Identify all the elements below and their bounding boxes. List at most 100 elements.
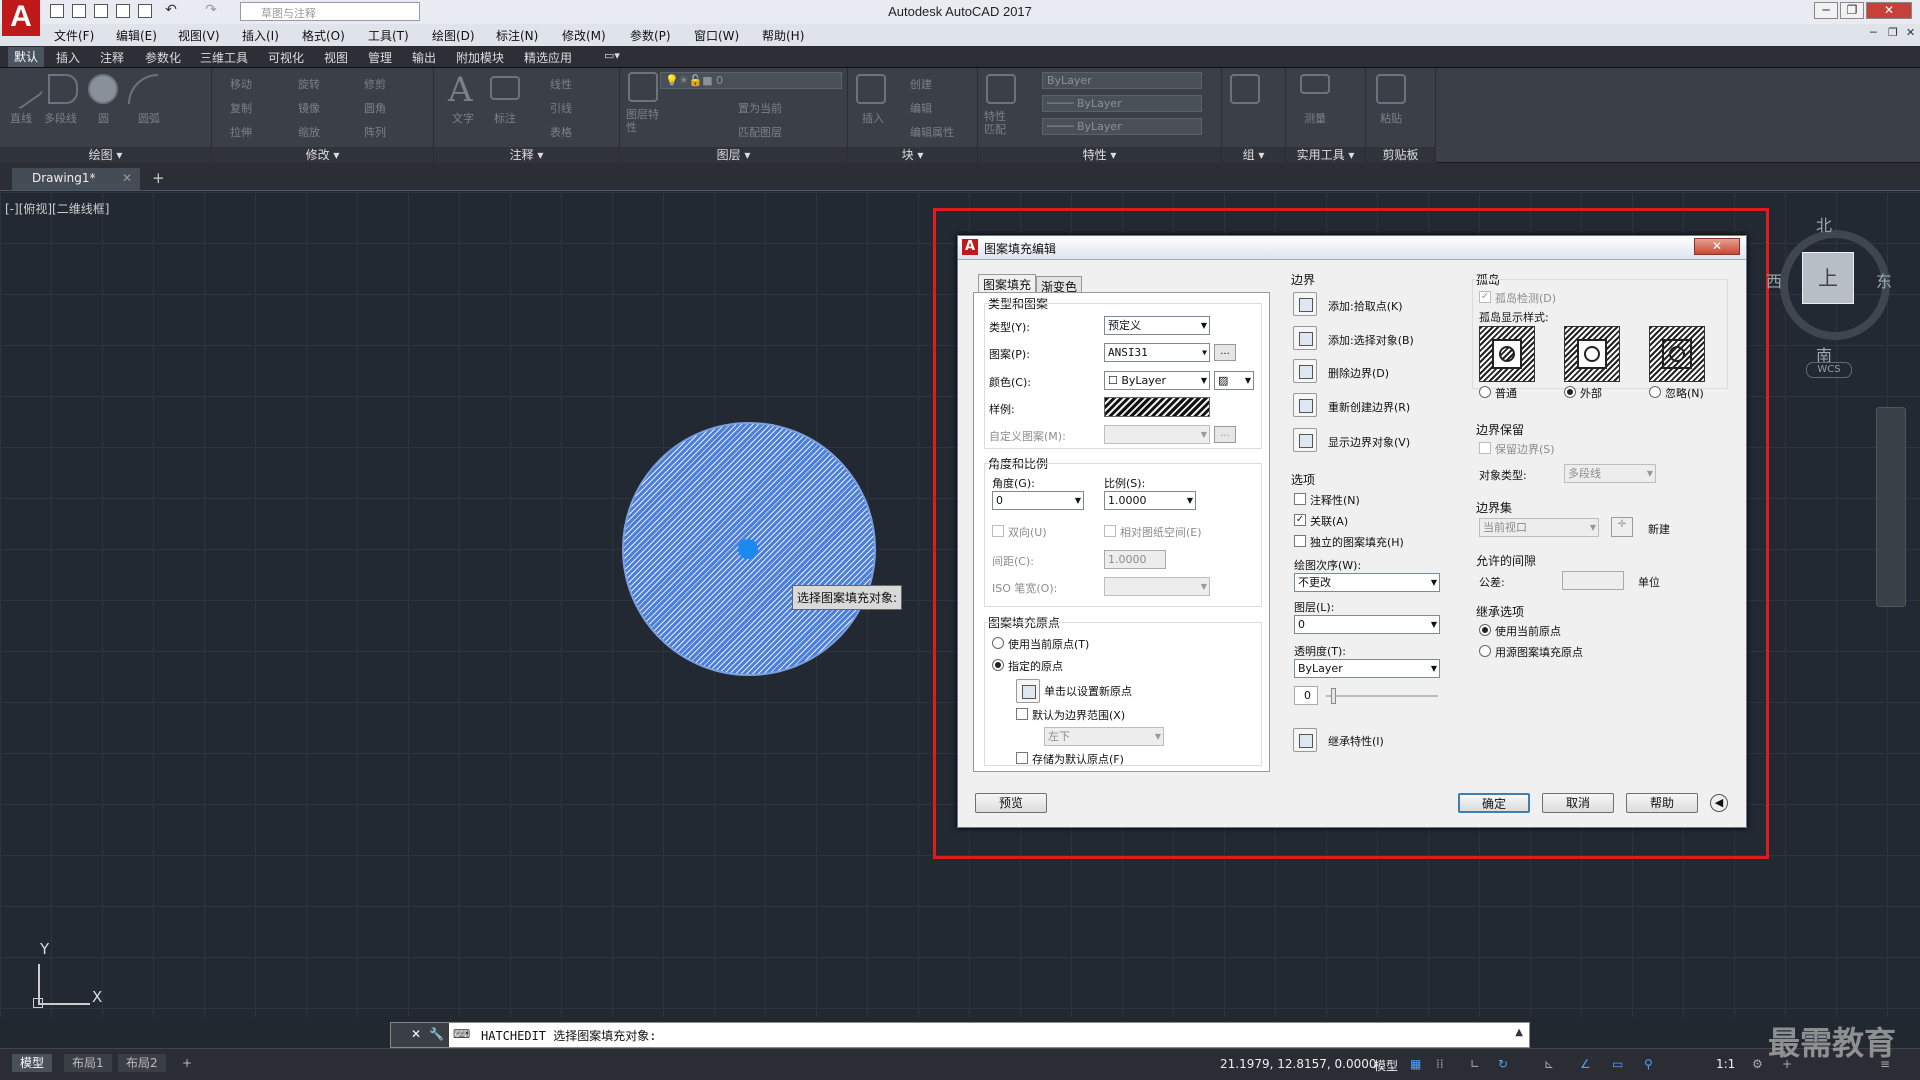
insert-block-icon[interactable] — [856, 74, 886, 104]
menu-modify[interactable]: 修改(M) — [562, 27, 606, 44]
object-type-dropdown[interactable]: 多段线 ▼ — [1564, 464, 1656, 483]
store-origin-checkbox[interactable] — [1016, 752, 1028, 764]
custom-pattern-dropdown[interactable]: ▼ — [1104, 425, 1210, 444]
panel-draw-label[interactable]: 绘图 ▾ — [0, 147, 211, 163]
annotative-checkbox[interactable] — [1294, 493, 1306, 505]
polyline-label[interactable]: 多段线 — [44, 110, 77, 126]
menu-view[interactable]: 视图(V) — [178, 27, 220, 44]
transparency-dropdown[interactable]: ByLayer ▼ — [1294, 659, 1440, 678]
polyline-icon[interactable] — [48, 74, 78, 104]
line-label[interactable]: 直线 — [10, 110, 32, 126]
view-cube-top-face[interactable]: 上 — [1802, 252, 1854, 304]
ribbon-tab-default[interactable]: 默认 — [8, 47, 45, 67]
menu-insert[interactable]: 插入(I) — [242, 27, 279, 44]
ok-button[interactable]: 确定 — [1458, 793, 1530, 813]
leader-button[interactable]: 引线 — [550, 100, 572, 116]
edit-block-button[interactable]: 编辑 — [910, 100, 932, 116]
array-button[interactable]: 阵列 — [364, 124, 386, 140]
island-outer-preview[interactable] — [1564, 326, 1620, 382]
new-tab-button[interactable]: + — [152, 169, 165, 187]
ribbon-tab-visualize[interactable]: 可视化 — [268, 49, 304, 66]
restore-button[interactable]: ❐ — [1840, 2, 1864, 19]
add-select-objects-button[interactable] — [1293, 326, 1317, 350]
gear-icon[interactable]: ⚙ — [1752, 1057, 1763, 1071]
show-boundary-objects-button[interactable] — [1293, 428, 1317, 452]
tab-hatch[interactable]: 图案填充 — [978, 274, 1037, 292]
fillet-button[interactable]: 圆角 — [364, 100, 386, 116]
scale-button[interactable]: 缩放 — [298, 124, 320, 140]
linear-button[interactable]: 线性 — [550, 76, 572, 92]
line-icon[interactable] — [2, 68, 44, 110]
inherit-use-source-radio[interactable] — [1479, 645, 1491, 657]
match-properties-icon[interactable] — [986, 74, 1016, 104]
copy-button[interactable]: 复制 — [230, 100, 252, 116]
create-block-button[interactable]: 创建 — [910, 76, 932, 92]
move-button[interactable]: 移动 — [230, 76, 252, 92]
lineweight-icon[interactable]: ▭ — [1612, 1057, 1623, 1071]
boundary-set-dropdown[interactable]: 当前视口 ▼ — [1479, 518, 1599, 537]
paste-label[interactable]: 粘贴 — [1380, 110, 1402, 126]
edit-attributes-button[interactable]: 编辑属性 — [910, 124, 954, 140]
menu-edit[interactable]: 编辑(E) — [116, 27, 157, 44]
minimize-button[interactable]: ─ — [1814, 2, 1838, 19]
ribbon-tab-annotate[interactable]: 注释 — [100, 49, 124, 66]
cancel-button[interactable]: 取消 — [1542, 793, 1614, 813]
transparency-slider[interactable] — [1326, 695, 1438, 697]
layer-dropdown[interactable]: 💡☀🔓■ 0 — [660, 72, 842, 89]
layout1-tab[interactable]: 布局1 — [64, 1054, 112, 1072]
panel-modify-label[interactable]: 修改 ▾ — [212, 147, 433, 163]
rotate-button[interactable]: 旋转 — [298, 76, 320, 92]
model-tab[interactable]: 模型 — [12, 1054, 53, 1072]
preview-button[interactable]: 预览 — [975, 793, 1047, 813]
linetype-dropdown[interactable]: ──── ByLayer — [1042, 95, 1202, 112]
panel-annotation-label[interactable]: 注释 ▾ — [434, 147, 619, 163]
group-icon[interactable] — [1230, 74, 1260, 104]
specified-origin-radio[interactable] — [992, 659, 1004, 671]
doc-restore-button[interactable]: ❐ — [1888, 26, 1898, 39]
dimension-label[interactable]: 标注 — [494, 110, 516, 126]
ribbon-tab-view[interactable]: 视图 — [324, 49, 348, 66]
default-boundary-checkbox[interactable] — [1016, 708, 1028, 720]
mirror-button[interactable]: 镜像 — [298, 100, 320, 116]
island-ignore-radio[interactable] — [1649, 386, 1661, 398]
panel-block-label[interactable]: 块 ▾ — [848, 147, 977, 163]
corner-dropdown[interactable]: 左下 ▼ — [1044, 727, 1164, 746]
panel-layers-label[interactable]: 图层 ▾ — [620, 147, 847, 163]
inherit-properties-button[interactable] — [1293, 728, 1317, 752]
menu-tools[interactable]: 工具(T) — [368, 27, 409, 44]
make-current-button[interactable]: 置为当前 — [738, 100, 782, 116]
help-button[interactable]: 帮助 — [1626, 793, 1698, 813]
color-dropdown-dialog[interactable]: ☐ ByLayer ▼ — [1104, 371, 1210, 390]
panel-properties-label[interactable]: 特性 ▾ — [978, 147, 1221, 163]
dimension-icon[interactable] — [490, 76, 520, 100]
color-dropdown[interactable]: ByLayer — [1042, 72, 1202, 89]
osnap-icon[interactable]: ⊾ — [1544, 1057, 1554, 1071]
hatch-grip[interactable] — [738, 539, 758, 559]
trim-button[interactable]: 修剪 — [364, 76, 386, 92]
layout2-tab[interactable]: 布局2 — [118, 1054, 166, 1072]
panel-group-label[interactable]: 组 ▾ — [1222, 147, 1285, 163]
dialog-title-bar[interactable]: A 图案填充编辑 ✕ — [958, 236, 1746, 260]
close-command-icon[interactable]: ✕ — [411, 1027, 421, 1041]
pattern-dropdown[interactable]: ANSI31 ▼ — [1104, 343, 1210, 362]
pattern-swatch[interactable] — [1104, 397, 1210, 417]
draw-order-dropdown[interactable]: 不更改 ▼ — [1294, 573, 1440, 592]
ribbon-tab-addins[interactable]: 附加模块 — [456, 49, 504, 66]
background-color-dropdown[interactable]: ▨ ▼ — [1214, 371, 1254, 390]
command-input[interactable]: HATCHEDIT 选择图案填充对象: — [481, 1027, 656, 1044]
ribbon-tab-featured[interactable]: 精选应用 — [524, 49, 572, 66]
menu-draw[interactable]: 绘图(D) — [432, 27, 475, 44]
customize-command-icon[interactable]: 🔧 — [429, 1027, 444, 1041]
annotation-scale-button[interactable]: 1:1 — [1716, 1057, 1735, 1071]
insert-block-label[interactable]: 插入 — [862, 110, 884, 126]
type-dropdown[interactable]: 预定义 ▼ — [1104, 316, 1210, 335]
measure-icon[interactable] — [1300, 74, 1330, 94]
transparency-slider-thumb[interactable] — [1331, 688, 1336, 704]
ortho-icon[interactable]: ∟ — [1470, 1057, 1480, 1071]
dialog-close-button[interactable]: ✕ — [1694, 238, 1740, 255]
text-icon[interactable]: A — [448, 70, 473, 110]
island-normal-preview[interactable] — [1479, 326, 1535, 382]
menu-dimension[interactable]: 标注(N) — [496, 27, 538, 44]
set-origin-button[interactable] — [1016, 679, 1040, 703]
new-boundary-set-button[interactable]: ✛ — [1611, 517, 1633, 537]
